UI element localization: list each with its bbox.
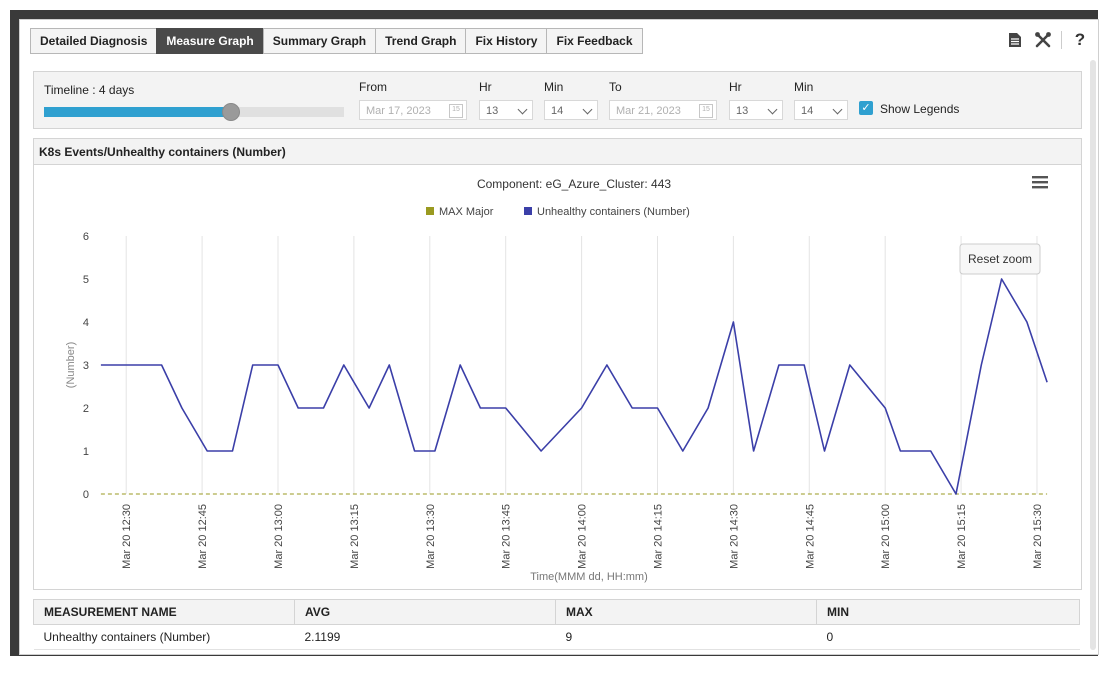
x-tick-label: Mar 20 12:30 [121,504,133,569]
y-tick-label: 3 [83,360,89,372]
series-line-1 [100,278,1048,495]
cell-min: 0 [816,624,1080,650]
x-tick-label: Mar 20 13:45 [501,504,513,569]
from-min-select[interactable]: 14 [544,100,598,120]
from-date-value: Mar 17, 2023 [366,105,431,117]
tab-fix-history[interactable]: Fix History [465,28,548,54]
from-hr-label: Hr [479,80,492,94]
document-icon[interactable] [1005,30,1025,50]
from-min-label: Min [544,80,564,94]
y-tick-label: 2 [83,403,89,415]
chart-panel-title: K8s Events/Unhealthy containers (Number) [34,139,1081,165]
chevron-down-icon [767,104,778,115]
col-measurement-name: MEASUREMENT NAME [33,599,295,625]
chart-title: Component: eG_Azure_Cluster: 443 [477,177,671,191]
show-legends-label: Show Legends [880,102,960,116]
col-avg: AVG [294,599,556,625]
to-min-label: Min [794,80,814,94]
chevron-down-icon [517,104,528,115]
to-date-value: Mar 21, 2023 [616,105,681,117]
x-tick-label: Mar 20 14:15 [652,504,664,569]
main-panel: Detailed Diagnosis Measure Graph Summary… [19,19,1099,655]
x-tick-label: Mar 20 14:45 [804,504,816,569]
legend-label-0: MAX Major [439,206,494,218]
x-tick-label: Mar 20 15:15 [956,504,968,569]
to-min-select[interactable]: 14 [794,100,848,120]
legend-swatch-1 [524,207,532,215]
x-tick-label: Mar 20 15:30 [1032,504,1044,569]
y-tick-label: 0 [83,489,89,501]
col-max: MAX [555,599,817,625]
timeline-slider-fill [44,107,230,117]
x-tick-label: Mar 20 13:00 [273,504,285,569]
x-tick-label: Mar 20 13:30 [425,504,437,569]
stats-table: MEASUREMENT NAME AVG MAX MIN Unhealthy c… [33,599,1080,650]
y-tick-label: 6 [83,231,89,243]
to-date-input[interactable]: Mar 21, 2023 15 [609,100,717,120]
tools-icon[interactable] [1033,30,1053,50]
cell-avg: 2.1199 [294,624,556,650]
stats-header-row: MEASUREMENT NAME AVG MAX MIN [33,599,1080,625]
toolbar-divider [1061,31,1062,49]
timeline-slider[interactable] [44,103,344,121]
y-tick-label: 5 [83,274,89,286]
col-min: MIN [816,599,1080,625]
calendar-icon[interactable]: 15 [699,104,713,118]
calendar-icon[interactable]: 15 [449,104,463,118]
timeline-panel: Timeline : 4 days From Mar 17, 2023 15 H… [33,71,1082,129]
chevron-down-icon [832,104,843,115]
timeline-slider-handle[interactable] [222,103,240,121]
chart-panel: K8s Events/Unhealthy containers (Number)… [33,138,1082,590]
scrollbar[interactable] [1090,60,1096,650]
cell-max: 9 [555,624,817,650]
x-tick-label: Mar 20 15:00 [880,504,892,569]
tab-detailed-diagnosis[interactable]: Detailed Diagnosis [30,28,158,54]
to-hr-label: Hr [729,80,742,94]
tab-bar: Detailed Diagnosis Measure Graph Summary… [30,28,643,54]
chart-menu-icon[interactable] [1032,181,1048,184]
from-hr-value: 13 [486,105,499,117]
line-chart[interactable]: Component: eG_Azure_Cluster: 443 MAX Majo… [34,166,1079,588]
show-legends-checkbox[interactable]: ✓ [859,101,873,115]
tab-trend-graph[interactable]: Trend Graph [375,28,467,54]
timeline-label: Timeline : 4 days [44,83,135,97]
help-icon[interactable]: ? [1070,30,1090,50]
tab-summary-graph[interactable]: Summary Graph [262,28,377,54]
to-hr-value: 13 [736,105,749,117]
reset-zoom-button[interactable]: Reset zoom [959,243,1041,275]
legend-swatch-0 [426,207,434,215]
cell-measurement-name: Unhealthy containers (Number) [33,624,295,650]
to-hr-select[interactable]: 13 [729,100,783,120]
chart-menu-icon[interactable] [1032,186,1048,189]
y-tick-label: 4 [83,317,89,329]
x-tick-label: Mar 20 14:00 [577,504,589,569]
table-row: Unhealthy containers (Number) 2.1199 9 0 [33,624,1080,650]
tab-fix-feedback[interactable]: Fix Feedback [546,28,643,54]
x-axis-label: Time(MMM dd, HH:mm) [530,571,648,583]
from-hr-select[interactable]: 13 [479,100,533,120]
tab-measure-graph[interactable]: Measure Graph [156,28,264,54]
chart-menu-icon[interactable] [1032,176,1048,179]
y-axis-label: (Number) [65,342,77,388]
chevron-down-icon [582,104,593,115]
x-tick-label: Mar 20 13:15 [349,504,361,569]
from-min-value: 14 [551,105,564,117]
legend-label-1: Unhealthy containers (Number) [537,206,690,218]
y-tick-label: 1 [83,446,89,458]
x-tick-label: Mar 20 14:30 [728,504,740,569]
to-label: To [609,80,622,94]
from-label: From [359,80,387,94]
to-min-value: 14 [801,105,814,117]
toolbar: ? [997,30,1090,50]
from-date-input[interactable]: Mar 17, 2023 15 [359,100,467,120]
reset-zoom-label[interactable]: Reset zoom [968,252,1032,266]
x-tick-label: Mar 20 12:45 [197,504,209,569]
